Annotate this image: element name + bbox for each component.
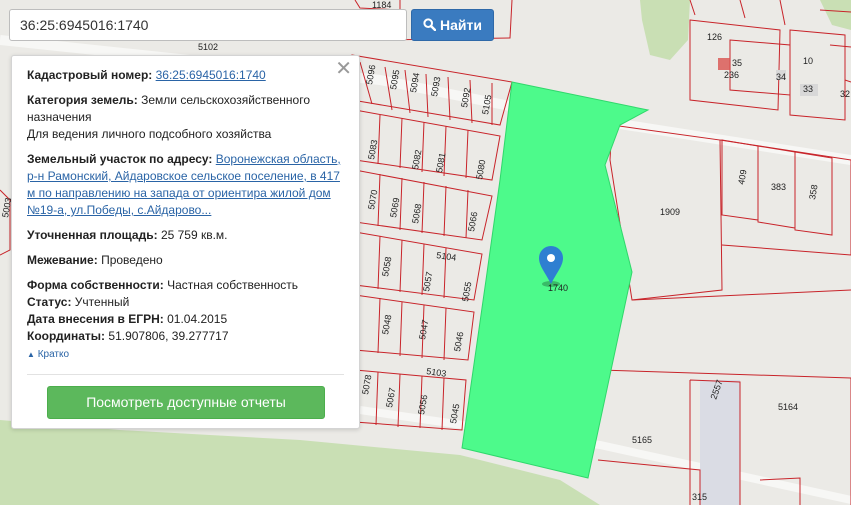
parcel-label: 236 — [724, 70, 739, 80]
divider — [27, 374, 344, 375]
parcel-label: 10 — [803, 56, 813, 66]
survey-value: Проведено — [101, 253, 163, 267]
status-row: Статус: Учтенный — [27, 294, 345, 311]
search-button-label: Найти — [440, 17, 482, 33]
area-label: Уточненная площадь: — [27, 228, 158, 242]
view-reports-button[interactable]: Посмотреть доступные отчеты — [47, 386, 325, 419]
date-label: Дата внесения в ЕГРН: — [27, 312, 164, 326]
area-row: Уточненная площадь: 25 759 кв.м. — [27, 227, 345, 244]
triangle-up-icon: ▲ — [27, 350, 35, 359]
parcel-label: 1909 — [660, 207, 680, 217]
coordinates-row: Координаты: 51.907806, 39.277717 — [27, 328, 345, 345]
parcel-label: 5165 — [632, 435, 652, 445]
cadastral-number-row: Кадастровый номер: 36:25:6945016:1740 — [27, 67, 345, 84]
parcel-label: 126 — [707, 32, 722, 42]
parcel-info-card: ✕ Кадастровый номер: 36:25:6945016:1740 … — [11, 55, 360, 429]
collapse-toggle[interactable]: ▲ Кратко — [27, 349, 69, 360]
ownership-value: Частная собственность — [167, 278, 299, 292]
parcel-label: 383 — [771, 182, 786, 192]
cadastral-link[interactable]: 36:25:6945016:1740 — [156, 68, 266, 82]
search-input[interactable]: 36:25:6945016:1740 — [9, 9, 407, 41]
survey-row: Межевание: Проведено — [27, 252, 345, 269]
search-icon — [423, 11, 437, 41]
cadastral-label: Кадастровый номер: — [27, 68, 153, 82]
collapse-toggle-label: Кратко — [37, 349, 70, 360]
status-label: Статус: — [27, 295, 72, 309]
date-value: 01.04.2015 — [167, 312, 228, 326]
survey-label: Межевание: — [27, 253, 98, 267]
status-value: Учтенный — [74, 295, 130, 309]
search-button[interactable]: Найти — [411, 9, 494, 41]
parcel-label: 315 — [692, 492, 707, 502]
parcel-label: 35 — [732, 58, 742, 68]
parcel-label: 32 — [840, 89, 850, 99]
address-label: Земельный участок по адресу: — [27, 152, 213, 166]
address-row: Земельный участок по адресу: Воронежская… — [27, 151, 345, 219]
coords-value: 51.907806, 39.277717 — [108, 329, 229, 343]
land-category-row: Категория земель: Земли сельскохозяйстве… — [27, 92, 345, 126]
area-value: 25 759 кв.м. — [160, 228, 228, 242]
ownership-row: Форма собственности: Частная собственнос… — [27, 277, 345, 294]
land-usage: Для ведения личного подсобного хозяйства — [27, 127, 272, 141]
parcel-label: 5102 — [198, 42, 218, 52]
parcel-label: 34 — [776, 72, 786, 82]
ownership-label: Форма собственности: — [27, 278, 164, 292]
coords-label: Координаты: — [27, 329, 106, 343]
registration-date-row: Дата внесения в ЕГРН: 01.04.2015 — [27, 311, 345, 328]
building — [718, 58, 730, 70]
category-label: Категория земель: — [27, 93, 138, 107]
parcel-label: 33 — [803, 84, 813, 94]
parcel-label: 5164 — [778, 402, 798, 412]
